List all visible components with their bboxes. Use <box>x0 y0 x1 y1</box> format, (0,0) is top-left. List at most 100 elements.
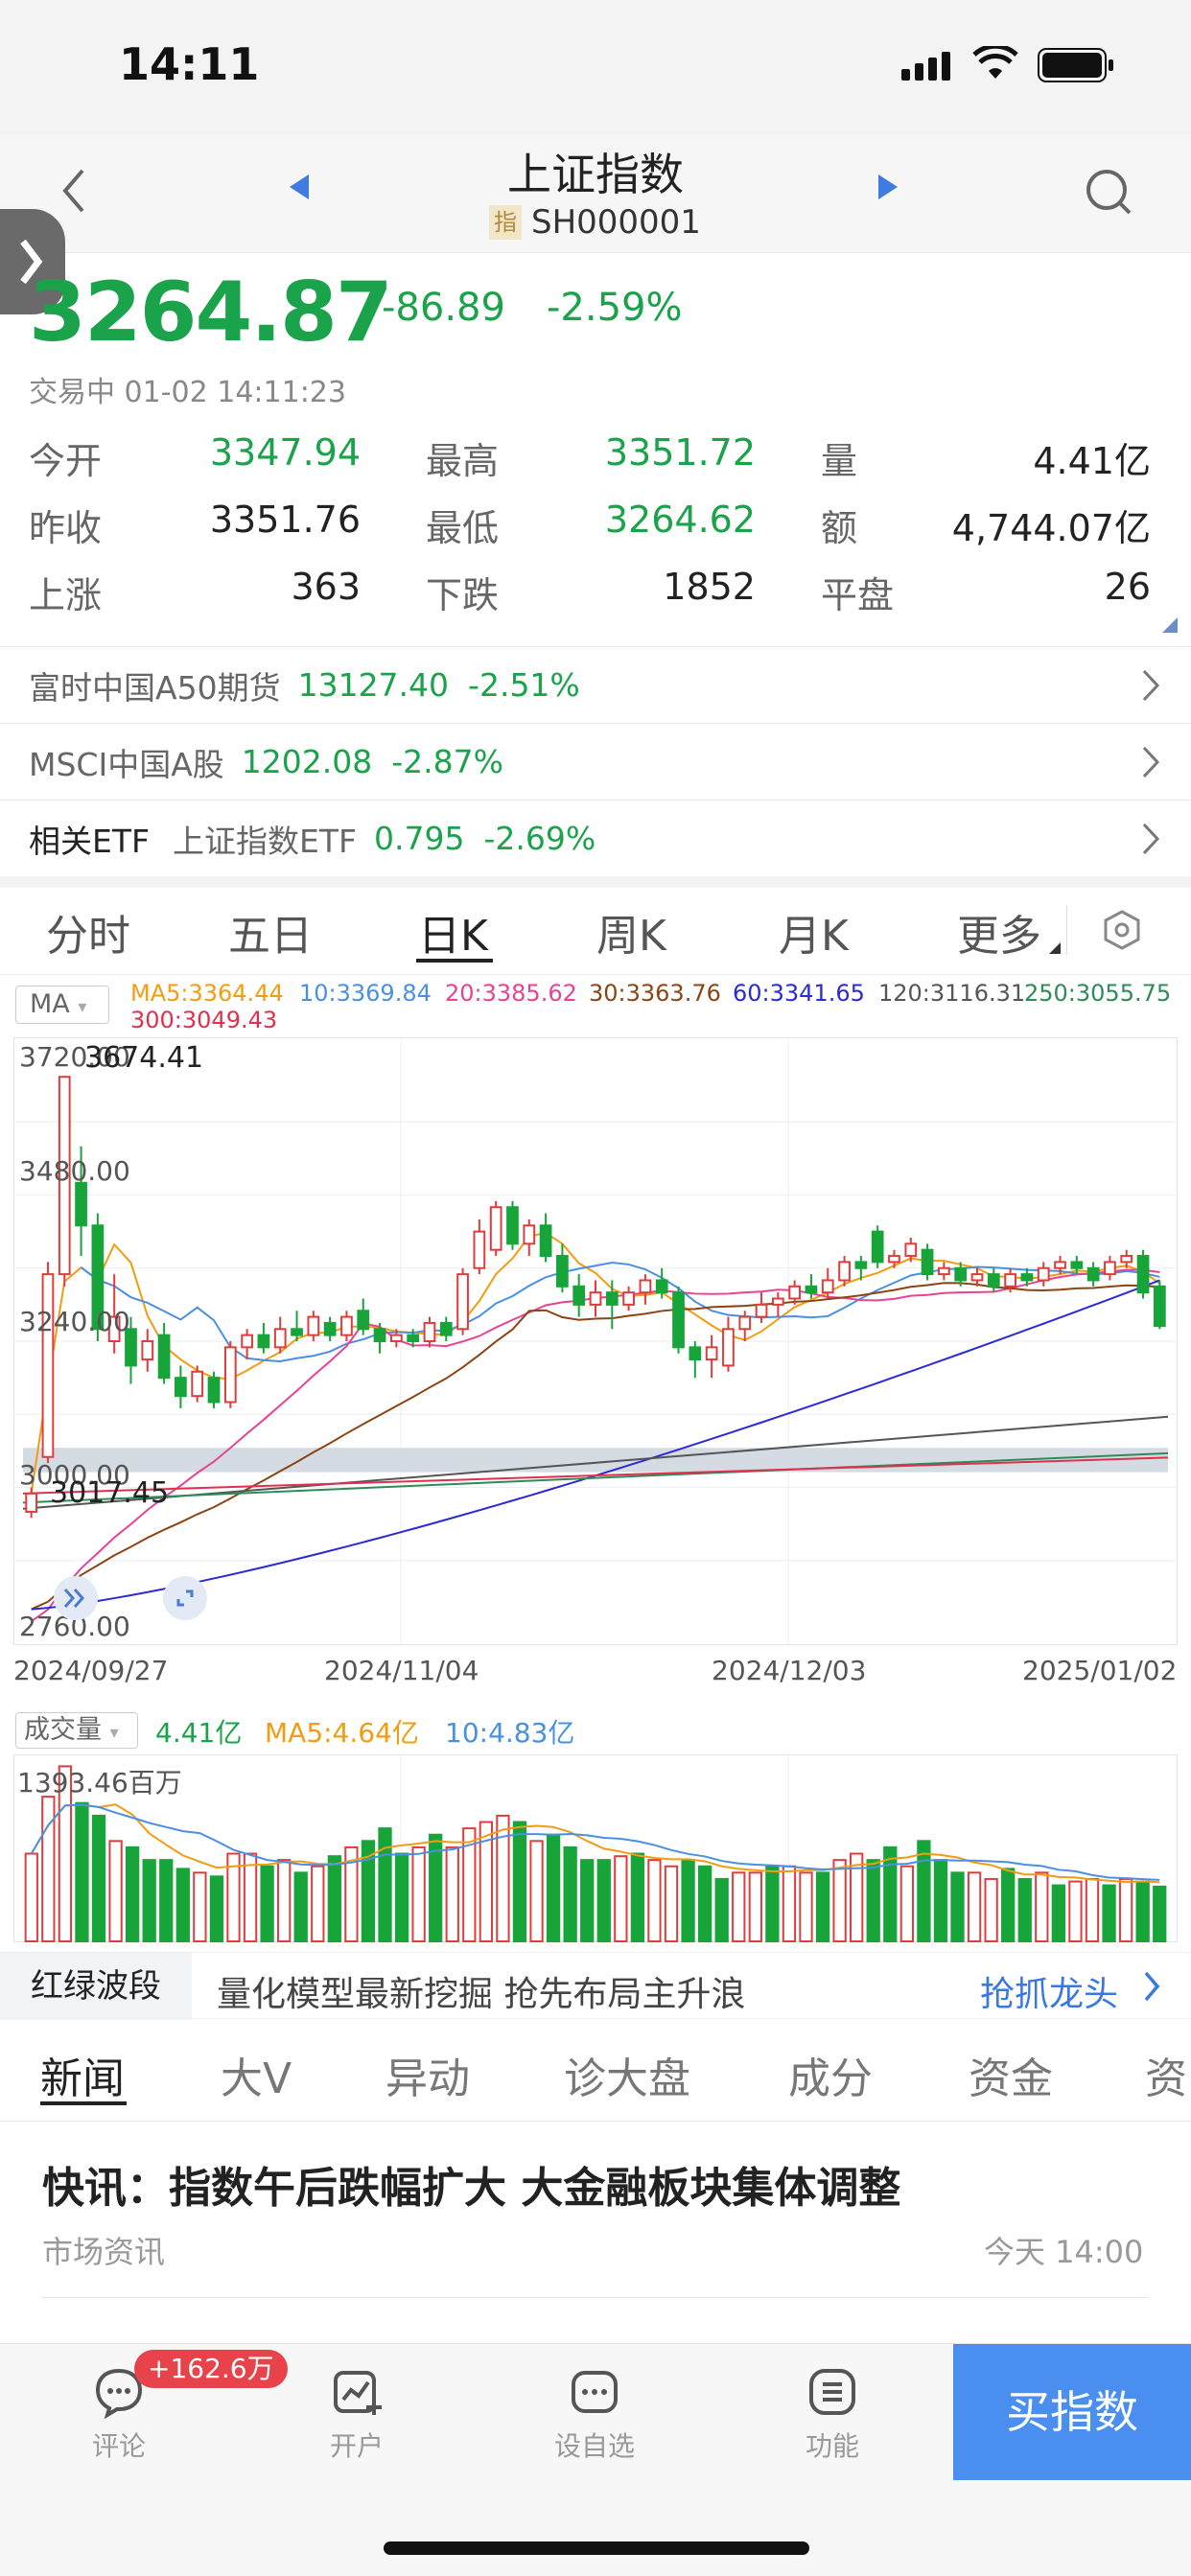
tab-anomaly[interactable]: 异动 <box>385 2044 470 2105</box>
promo-link[interactable]: 抢抓龙头 <box>980 1966 1118 2016</box>
y-tick-label: 3240.00 <box>19 1306 130 1337</box>
candle-body <box>556 1255 569 1288</box>
volume-bar <box>1001 1868 1016 1942</box>
volume-selector[interactable]: 成交量 ▾ <box>15 1712 138 1749</box>
tab-five-day[interactable]: 五日 <box>228 901 313 963</box>
function-button[interactable]: 功能 <box>775 2365 890 2464</box>
tab-overflow[interactable]: 资 <box>1145 2044 1187 2105</box>
volume-bar <box>411 1845 426 1942</box>
buy-index-button[interactable]: 买指数 <box>953 2344 1191 2480</box>
volume-bar <box>580 1859 595 1942</box>
volume-max-label: 1393.46百万 <box>17 1767 182 1799</box>
candlestick-chart[interactable] <box>13 1037 1178 1645</box>
next-stock-icon[interactable] <box>876 173 899 205</box>
news-item[interactable]: 快讯：指数午后跌幅扩大 大金融板块集体调整 市场资讯 今天 14:00 <box>0 2123 1191 2295</box>
dropdown-arrow-icon: ▾ <box>78 997 87 1017</box>
candle-body <box>888 1255 900 1264</box>
candle-body <box>407 1334 420 1343</box>
tab-daily-k[interactable]: 日K <box>418 901 488 963</box>
volume-chart[interactable] <box>13 1754 1178 1942</box>
volume-bar <box>933 1859 948 1942</box>
volume-current: 4.41亿 <box>155 1717 243 1749</box>
volume-bar <box>630 1852 645 1942</box>
volume-bar <box>950 1871 965 1942</box>
related-percent: -2.69% <box>483 820 596 857</box>
tab-big-v[interactable]: 大V <box>221 2044 292 2105</box>
candle-body <box>705 1346 718 1361</box>
x-tick-label: 2025/01/02 <box>1022 1655 1178 1686</box>
expand-corner-icon[interactable] <box>1162 617 1178 637</box>
ma120-value: 120:3116.31 <box>878 980 1026 1007</box>
settings-hex-icon[interactable] <box>1101 909 1143 955</box>
candle-body <box>439 1321 453 1336</box>
stat-label: 最高 <box>426 440 500 482</box>
tab-news[interactable]: 新闻 <box>40 2044 125 2105</box>
candle-body <box>605 1291 619 1306</box>
candle-body <box>1086 1266 1100 1282</box>
tab-intraday[interactable]: 分时 <box>46 901 130 963</box>
related-etf[interactable]: 相关ETF 上证指数ETF 0.795 -2.69% <box>0 800 1191 876</box>
tab-monthly-k[interactable]: 月K <box>779 901 849 963</box>
dropdown-arrow-icon: ▾ <box>109 1723 119 1743</box>
candle-body <box>1120 1255 1133 1264</box>
related-msci-china-a[interactable]: MSCI中国A股 1202.08 -2.87% <box>0 723 1191 800</box>
volume-bar <box>311 1865 325 1942</box>
stat-label: 平盘 <box>821 574 895 616</box>
status-bar: 14:11 <box>0 0 1191 134</box>
volume-bar <box>41 1796 56 1942</box>
volume-bar <box>1051 1884 1066 1942</box>
stat-label: 昨收 <box>29 507 103 549</box>
ma5-value: MA5:3364.44 <box>130 980 284 1007</box>
stat-label: 量 <box>821 440 858 482</box>
candle-body <box>589 1291 602 1306</box>
candle-body <box>291 1328 303 1336</box>
tab-weekly-k[interactable]: 周K <box>596 901 666 963</box>
related-prefix: 相关ETF <box>29 822 150 860</box>
stat-label: 今开 <box>29 440 103 482</box>
collapse-left-icon[interactable] <box>54 1576 98 1620</box>
ma-selector[interactable]: MA ▾ <box>15 986 109 1024</box>
open-account-button[interactable]: 开户 <box>299 2365 414 2464</box>
volume-bar <box>159 1859 174 1942</box>
candle-body <box>1004 1273 1016 1288</box>
candle-body <box>622 1291 635 1306</box>
search-icon[interactable] <box>1084 167 1135 222</box>
volume-bar <box>748 1871 762 1942</box>
volume-bar <box>496 1814 510 1942</box>
related-value: 13127.40 <box>297 666 450 704</box>
volume-bar <box>91 1814 106 1942</box>
candle-body <box>539 1224 552 1258</box>
ma20-value: 20:3385.62 <box>445 980 577 1007</box>
current-price: 3264.87 <box>29 265 393 360</box>
volume-bar <box>108 1840 123 1942</box>
candle-body <box>755 1303 768 1318</box>
volume-bar <box>899 1865 914 1942</box>
stat-value: 3351.72 <box>604 431 756 474</box>
tab-funds[interactable]: 资金 <box>969 2044 1053 2105</box>
tab-diagnosis[interactable]: 诊大盘 <box>564 2044 690 2105</box>
add-favorite-button[interactable]: 设自选 <box>537 2365 652 2464</box>
volume-bar <box>445 1845 459 1942</box>
tab-more[interactable]: 更多 <box>957 901 1041 963</box>
stat-label: 最低 <box>426 507 500 549</box>
stat-value: 3351.76 <box>209 499 361 541</box>
volume-bar <box>193 1871 207 1942</box>
low-annotation: 3017.45 <box>50 1476 170 1510</box>
candle-body <box>340 1315 353 1336</box>
candle-body <box>207 1377 221 1404</box>
related-a50-futures[interactable]: 富时中国A50期货 13127.40 -2.51% <box>0 646 1191 723</box>
divider <box>0 2121 1191 2122</box>
x-tick-label: 2024/11/04 <box>324 1655 479 1686</box>
volume-bar <box>142 1859 156 1942</box>
volume-bar <box>647 1859 662 1942</box>
candle-body <box>25 1492 38 1513</box>
volume-bar <box>1035 1871 1049 1942</box>
tab-components[interactable]: 成分 <box>788 2044 873 2105</box>
volume-bar <box>832 1859 847 1942</box>
candle-body <box>141 1340 154 1361</box>
volume-bar <box>697 1865 712 1942</box>
function-label: 功能 <box>805 2430 859 2462</box>
related-percent: -2.51% <box>468 666 580 704</box>
promo-bar[interactable]: 红绿波段 量化模型最新挖掘 抢先布局主升浪 抢抓龙头 <box>0 1952 1191 2020</box>
fullscreen-icon[interactable] <box>163 1576 207 1620</box>
